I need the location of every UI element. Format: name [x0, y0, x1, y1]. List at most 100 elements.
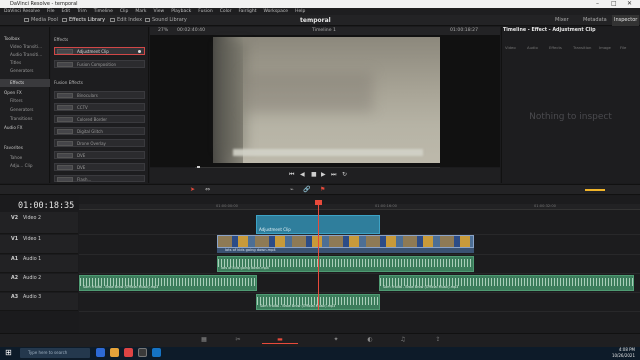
- effect-cctv[interactable]: CCTV: [54, 103, 145, 111]
- taskbar-search-input[interactable]: Type here to search: [20, 348, 90, 358]
- effect-digital-glitch[interactable]: Digital Glitch: [54, 127, 145, 135]
- track-header-a2[interactable]: A2 Audio 2: [0, 274, 78, 292]
- track-name[interactable]: Audio 1: [23, 257, 41, 262]
- track-name[interactable]: Video 1: [23, 237, 41, 242]
- menu-item-workspace[interactable]: Workspace: [263, 9, 288, 14]
- favorite-adjustment-clip[interactable]: Adju... Clip: [0, 162, 50, 170]
- favorite-dot-icon[interactable]: [138, 50, 141, 53]
- stop-icon[interactable]: ■: [311, 171, 317, 178]
- toolbox-header[interactable]: Toolbox: [0, 35, 50, 43]
- category-video-transitions[interactable]: Video Transiti...: [0, 43, 50, 51]
- effects-library-button[interactable]: Effects Library: [62, 15, 105, 26]
- go-to-start-icon[interactable]: ⏮: [289, 171, 294, 179]
- menu-item-fairlight[interactable]: Fairlight: [238, 9, 256, 14]
- position-lock-icon[interactable]: ⚑: [320, 186, 325, 193]
- category-ofx-transitions[interactable]: Transitions: [0, 115, 50, 123]
- menu-item-fusion[interactable]: Fusion: [198, 9, 212, 14]
- menu-item-color[interactable]: Color: [220, 9, 232, 14]
- edit-page-icon[interactable]: ▬: [262, 336, 298, 344]
- davinci-resolve-icon[interactable]: [138, 348, 147, 357]
- menu-item-davinci-resolve[interactable]: DaVinci Resolve: [4, 9, 40, 14]
- mixer-button[interactable]: Mixer: [555, 15, 569, 26]
- inspector-tab-transition[interactable]: Transition: [573, 45, 591, 50]
- vscode-icon[interactable]: [152, 348, 161, 357]
- effect-dve-2[interactable]: DVE: [54, 163, 145, 171]
- menu-item-playback[interactable]: Playback: [171, 9, 191, 14]
- inspector-tab-image[interactable]: Image: [599, 45, 611, 50]
- menu-item-trim[interactable]: Trim: [77, 9, 87, 14]
- chrome-icon[interactable]: [124, 348, 133, 357]
- track-header-v2[interactable]: V2 Video 2: [0, 212, 78, 234]
- deliver-page-icon[interactable]: ⇪: [432, 336, 444, 344]
- file-explorer-icon[interactable]: [110, 348, 119, 357]
- effect-fusion-composition[interactable]: Fusion Composition: [54, 60, 145, 68]
- track-name[interactable]: Audio 3: [23, 295, 41, 300]
- menu-item-file[interactable]: File: [47, 9, 55, 14]
- minimize-button[interactable]: –: [596, 0, 599, 8]
- audio-clip-a2-right[interactable]: Sam Fraida - Brow Brow (Official Music).…: [379, 275, 634, 291]
- menu-item-timeline[interactable]: Timeline: [94, 9, 113, 14]
- category-audio-transitions[interactable]: Audio Transiti...: [0, 51, 50, 59]
- snapping-icon[interactable]: ⌁: [290, 186, 294, 193]
- linked-selection-icon[interactable]: 🔗: [303, 186, 310, 193]
- effect-binoculars[interactable]: Binoculars: [54, 91, 145, 99]
- timeline-ruler[interactable]: 01:00:00:00 01:00:16:00 01:00:32:00: [79, 204, 640, 210]
- loop-icon[interactable]: ↻: [342, 171, 347, 178]
- system-clock[interactable]: 4:08 PM 10/26/2021: [612, 347, 635, 359]
- inspector-button[interactable]: Inspector: [612, 15, 640, 26]
- favorite-tahoe[interactable]: Tahoe: [0, 154, 50, 162]
- track-name[interactable]: Video 2: [23, 216, 41, 221]
- track-header-v1[interactable]: V1 Video 1: [0, 235, 78, 254]
- cut-page-icon[interactable]: ✂: [232, 336, 244, 344]
- close-button[interactable]: ✕: [627, 0, 632, 8]
- fusion-page-icon[interactable]: ✦: [330, 336, 342, 344]
- menu-item-clip[interactable]: Clip: [120, 9, 129, 14]
- inspector-tab-video[interactable]: Video: [505, 45, 516, 50]
- video-clip[interactable]: lots of kids going down.mp4: [217, 248, 474, 253]
- track-name[interactable]: Audio 2: [23, 276, 41, 281]
- inspector-tab-effects[interactable]: Effects: [549, 45, 562, 50]
- playhead[interactable]: [318, 200, 319, 310]
- inspector-tab-file[interactable]: File: [620, 45, 626, 50]
- effect-adjustment-clip[interactable]: Adjustment Clip: [54, 47, 145, 55]
- zoom-level[interactable]: 27%: [158, 27, 168, 35]
- selection-tool-icon[interactable]: ➤: [190, 186, 195, 193]
- media-page-icon[interactable]: ▦: [198, 336, 210, 344]
- category-ofx-generators[interactable]: Generators: [0, 106, 50, 114]
- menu-item-help[interactable]: Help: [295, 9, 305, 14]
- video-clip-thumbnails[interactable]: [217, 235, 474, 248]
- play-reverse-icon[interactable]: ◀: [300, 171, 305, 178]
- effect-flash[interactable]: Flash...: [54, 175, 145, 182]
- track-header-a1[interactable]: A1 Audio 1: [0, 255, 78, 273]
- inspector-tab-audio[interactable]: Audio: [527, 45, 538, 50]
- metadata-button[interactable]: Metadata: [583, 15, 607, 26]
- trim-tool-icon[interactable]: ⇔: [205, 186, 210, 193]
- sound-library-button[interactable]: Sound Library: [145, 15, 187, 26]
- edge-icon[interactable]: [96, 348, 105, 357]
- audio-fx-header[interactable]: Audio FX: [0, 124, 50, 132]
- menu-item-view[interactable]: View: [154, 9, 165, 14]
- maximize-button[interactable]: □: [611, 0, 617, 8]
- menu-item-mark[interactable]: Mark: [135, 9, 146, 14]
- open-fx-header[interactable]: Open FX: [0, 89, 50, 97]
- zoom-slider[interactable]: [585, 189, 605, 191]
- edit-index-button[interactable]: Edit Index: [110, 15, 142, 26]
- category-titles[interactable]: Titles: [0, 59, 50, 67]
- timeline-name[interactable]: Timeline 1: [312, 27, 336, 35]
- effect-drone-overlay[interactable]: Drone Overlay: [54, 139, 145, 147]
- effect-dve[interactable]: DVE: [54, 151, 145, 159]
- go-to-end-icon[interactable]: ⏭: [331, 171, 336, 179]
- effect-colored-border[interactable]: Colored Border: [54, 115, 145, 123]
- play-icon[interactable]: ▶: [321, 171, 326, 178]
- menu-item-edit[interactable]: Edit: [61, 9, 70, 14]
- category-effects[interactable]: Effects: [0, 79, 50, 87]
- windows-start-icon[interactable]: ⊞: [5, 348, 14, 357]
- category-generators[interactable]: Generators: [0, 67, 50, 75]
- playhead-handle[interactable]: [315, 200, 322, 205]
- fairlight-page-icon[interactable]: ♫: [397, 336, 409, 344]
- color-page-icon[interactable]: ◐: [364, 336, 376, 344]
- audio-clip-a1[interactable]: lots of kids going down.mp4: [217, 256, 474, 272]
- media-pool-button[interactable]: Media Pool: [24, 15, 58, 26]
- audio-clip-a2-left[interactable]: Sam Fraida - Brow Brow (Official Music).…: [79, 275, 257, 291]
- track-header-a3[interactable]: A3 Audio 3: [0, 293, 78, 311]
